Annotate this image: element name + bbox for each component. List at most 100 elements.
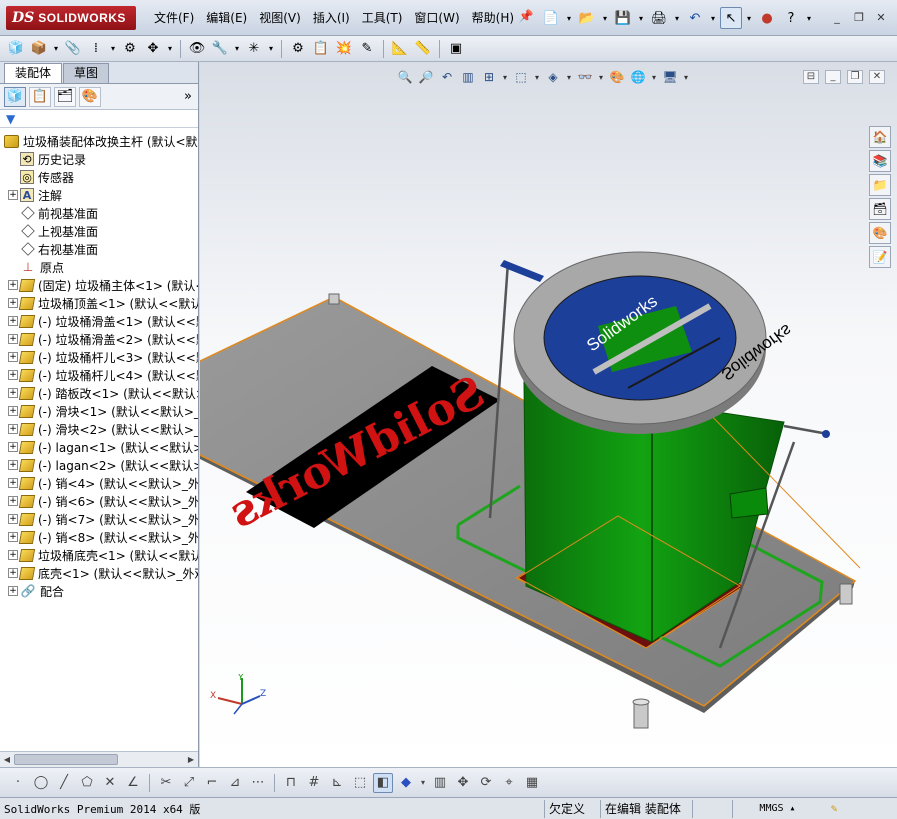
viewport-minimize-icon[interactable]: _ bbox=[825, 70, 841, 84]
scroll-left-icon[interactable]: ◀ bbox=[1, 753, 13, 766]
expand-toggle-icon[interactable]: + bbox=[8, 496, 18, 506]
scroll-right-icon[interactable]: ▶ bbox=[185, 753, 197, 766]
print-dropdown-icon[interactable]: ▾ bbox=[672, 7, 682, 29]
tree-node[interactable]: + (-) 销<4> (默认<<默认>_外观 bbox=[0, 474, 198, 492]
design-library-icon[interactable]: 📚 bbox=[869, 150, 891, 172]
tree-node[interactable]: + (-) 垃圾桶滑盖<1> (默认<<默 bbox=[0, 312, 198, 330]
apply-scene-icon[interactable]: 🌐 bbox=[629, 68, 647, 86]
file-explorer-folder-icon[interactable]: 📁 bbox=[869, 174, 891, 196]
expand-toggle-icon[interactable]: + bbox=[8, 190, 18, 200]
expand-toggle-icon[interactable]: + bbox=[8, 370, 18, 380]
tree-node[interactable]: + A 注解 bbox=[0, 186, 198, 204]
menu-view[interactable]: 视图(V) bbox=[253, 9, 307, 27]
grid-icon[interactable]: # bbox=[304, 773, 324, 793]
bill-of-materials-icon[interactable]: 📋 bbox=[311, 39, 331, 59]
quick-tips-icon[interactable]: ✎ bbox=[822, 802, 846, 815]
polygon-icon[interactable]: ⬠ bbox=[77, 773, 97, 793]
expand-toggle-icon[interactable]: + bbox=[8, 406, 18, 416]
configuration-manager-icon[interactable]: 🗂 bbox=[54, 86, 76, 107]
tree-node[interactable]: + 垃圾桶底壳<1> (默认<<默认> bbox=[0, 546, 198, 564]
new-dropdown-icon[interactable]: ▾ bbox=[564, 7, 574, 29]
expand-toggle-icon[interactable]: + bbox=[8, 280, 18, 290]
view-settings-dropdown-icon[interactable]: ▾ bbox=[682, 68, 690, 86]
move-component-icon[interactable]: ✥ bbox=[453, 773, 473, 793]
hide-show-items-icon[interactable]: 👓 bbox=[576, 68, 594, 86]
expand-toggle-icon[interactable]: + bbox=[8, 334, 18, 344]
convert-entities-icon[interactable]: ⤢ bbox=[179, 773, 199, 793]
explode-line-sketch-icon[interactable]: ✎ bbox=[357, 39, 377, 59]
assembly-features-icon[interactable]: 🔧 bbox=[210, 39, 230, 59]
tree-node[interactable]: + 垃圾桶顶盖<1> (默认<<默认> bbox=[0, 294, 198, 312]
add-relation-icon[interactable]: ⊾ bbox=[327, 773, 347, 793]
display-style-icon[interactable]: ◈ bbox=[544, 68, 562, 86]
tree-node[interactable]: + (-) 垃圾桶杆儿<4> (默认<<默 bbox=[0, 366, 198, 384]
expand-toggle-icon[interactable]: + bbox=[8, 586, 18, 596]
shaded-with-edges-icon[interactable]: ◆ bbox=[396, 773, 416, 793]
offset-entities-icon[interactable]: ⌐ bbox=[202, 773, 222, 793]
table-icon[interactable]: ▦ bbox=[522, 773, 542, 793]
tree-node[interactable]: ⟲ 历史记录 bbox=[0, 150, 198, 168]
dynamic-annotation-icon[interactable]: ⊞ bbox=[480, 68, 498, 86]
save-dropdown-icon[interactable]: ▾ bbox=[636, 7, 646, 29]
menu-tools[interactable]: 工具(T) bbox=[356, 9, 409, 27]
expand-toggle-icon[interactable]: + bbox=[8, 352, 18, 362]
edit-component-icon[interactable]: 🧊 bbox=[6, 39, 26, 59]
tree-node[interactable]: + (-) 垃圾桶滑盖<2> (默认<<默 bbox=[0, 330, 198, 348]
expand-toggle-icon[interactable]: + bbox=[8, 532, 18, 542]
move-dropdown-icon[interactable]: ▾ bbox=[166, 39, 174, 59]
property-manager-icon[interactable]: 📋 bbox=[29, 86, 51, 107]
new-motion-study-icon[interactable]: ⚙ bbox=[288, 39, 308, 59]
exploded-view-icon[interactable]: 💥 bbox=[334, 39, 354, 59]
show-hidden-components-icon[interactable]: 👁 bbox=[187, 39, 207, 59]
display-style-dropdown-icon[interactable]: ▾ bbox=[565, 68, 573, 86]
open-folder-icon[interactable]: 📂 bbox=[576, 7, 598, 29]
tree-node[interactable]: 前视基准面 bbox=[0, 204, 198, 222]
smart-fasteners-icon[interactable]: ⚙ bbox=[120, 39, 140, 59]
previous-view-icon[interactable]: ↶ bbox=[438, 68, 456, 86]
pattern-dropdown-icon[interactable]: ▾ bbox=[109, 39, 117, 59]
linear-pattern-icon[interactable]: ⁞ bbox=[86, 39, 106, 59]
tree-node[interactable]: + (-) 滑块<2> (默认<<默认>_外 bbox=[0, 420, 198, 438]
rotate-component-icon[interactable]: ⟳ bbox=[476, 773, 496, 793]
expand-toggle-icon[interactable]: + bbox=[8, 568, 18, 578]
view-orientation-icon[interactable]: ⬚ bbox=[512, 68, 530, 86]
trim-entities-icon[interactable]: ✂ bbox=[156, 773, 176, 793]
dynamic-annotation-dropdown-icon[interactable]: ▾ bbox=[501, 68, 509, 86]
tree-node[interactable]: 右视基准面 bbox=[0, 240, 198, 258]
clearance-verification-icon[interactable]: 📏 bbox=[413, 39, 433, 59]
restore-icon[interactable]: ❐ bbox=[849, 8, 869, 26]
mirror-entities-icon[interactable]: ⊿ bbox=[225, 773, 245, 793]
expand-toggle-icon[interactable]: + bbox=[8, 514, 18, 524]
wireframe-view-icon[interactable]: ⬚ bbox=[350, 773, 370, 793]
instant3d-icon[interactable]: ▣ bbox=[446, 39, 466, 59]
assembly-features-dropdown-icon[interactable]: ▾ bbox=[233, 39, 241, 59]
open-dropdown-icon[interactable]: ▾ bbox=[600, 7, 610, 29]
scrollbar-thumb[interactable] bbox=[14, 754, 118, 765]
expand-toggle-icon[interactable]: + bbox=[8, 442, 18, 452]
centerpoint-arc-icon[interactable]: ✕ bbox=[100, 773, 120, 793]
tree-node[interactable]: + (-) 销<6> (默认<<默认>_外观 bbox=[0, 492, 198, 510]
measure-icon[interactable]: ⌖ bbox=[499, 773, 519, 793]
select-arrow-icon[interactable]: ↖ bbox=[720, 7, 742, 29]
display-dropdown-icon[interactable]: ▾ bbox=[419, 773, 427, 793]
more-tabs-icon[interactable]: » bbox=[184, 89, 192, 104]
construction-line-icon[interactable]: ∠ bbox=[123, 773, 143, 793]
viewport-close-icon[interactable]: ✕ bbox=[869, 70, 885, 84]
edit-appearance-icon[interactable]: 🎨 bbox=[608, 68, 626, 86]
undo-dropdown-icon[interactable]: ▾ bbox=[708, 7, 718, 29]
view-settings-icon[interactable]: 🖥 bbox=[661, 68, 679, 86]
mate-paperclip-icon[interactable]: 📎 bbox=[63, 39, 83, 59]
expand-toggle-icon[interactable]: + bbox=[8, 424, 18, 434]
help-dropdown-icon[interactable]: ▾ bbox=[804, 7, 814, 29]
unit-system-selector[interactable]: MMGS ▴ bbox=[732, 799, 822, 818]
select-dropdown-icon[interactable]: ▾ bbox=[744, 7, 754, 29]
section-view-icon[interactable]: ▥ bbox=[459, 68, 477, 86]
expand-toggle-icon[interactable]: + bbox=[8, 298, 18, 308]
viewport-restore-icon[interactable]: ❐ bbox=[847, 70, 863, 84]
view-palette-icon[interactable]: 🗃 bbox=[869, 198, 891, 220]
tree-node[interactable]: + 底壳<1> (默认<<默认>_外观 bbox=[0, 564, 198, 582]
appearances-scenes-icon[interactable]: 🎨 bbox=[869, 222, 891, 244]
undo-icon[interactable]: ↶ bbox=[684, 7, 706, 29]
hide-show-dropdown-icon[interactable]: ▾ bbox=[597, 68, 605, 86]
help-question-icon[interactable]: ? bbox=[780, 7, 802, 29]
